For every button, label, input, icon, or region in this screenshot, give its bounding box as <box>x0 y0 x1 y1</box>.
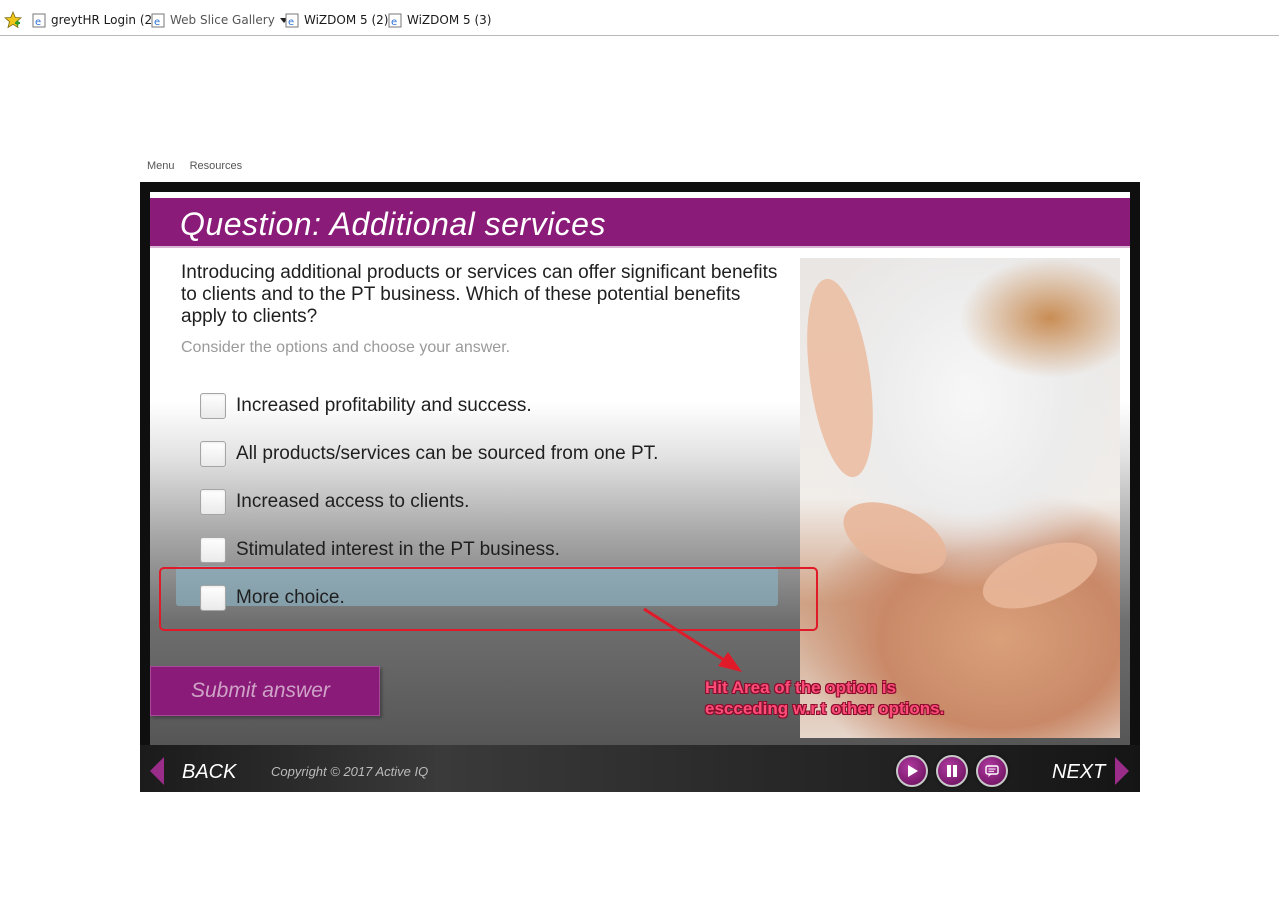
course-player: Question: Additional services Introducin… <box>140 182 1140 792</box>
massage-photo <box>800 258 1120 738</box>
menu-link[interactable]: Menu <box>147 160 175 172</box>
favorite-label: WiZDOM 5 (3) <box>407 13 492 27</box>
ie-page-icon: e <box>388 13 402 28</box>
svg-text:e: e <box>288 17 294 28</box>
favorites-star-icon[interactable] <box>4 11 22 29</box>
transcript-button[interactable] <box>976 755 1008 787</box>
svg-text:e: e <box>391 17 397 28</box>
svg-text:e: e <box>35 17 41 28</box>
svg-text:e: e <box>154 17 160 28</box>
answer-option[interactable]: Stimulated interest in the PT business. <box>200 535 560 565</box>
title-bar: Question: Additional services <box>150 198 1130 248</box>
option-label: All products/services can be sourced fro… <box>236 443 659 464</box>
option-label: Stimulated interest in the PT business. <box>236 539 560 560</box>
favorite-link-greythr[interactable]: e greytHR Login (2) <box>32 11 157 29</box>
favorite-label: WiZDOM 5 (2) <box>304 13 389 27</box>
submit-label: Submit answer <box>191 679 330 702</box>
answer-option[interactable]: All products/services can be sourced fro… <box>200 439 658 469</box>
play-button[interactable] <box>896 755 928 787</box>
next-button[interactable]: NEXT <box>1052 761 1105 784</box>
back-arrow-icon[interactable] <box>150 757 164 785</box>
annotation-text: Hit Area of the option is escceding w.r.… <box>705 678 945 718</box>
play-icon <box>908 765 918 777</box>
ie-page-icon: e <box>151 13 165 28</box>
favorite-link-wizdom-3[interactable]: e WiZDOM 5 (3) <box>388 11 491 29</box>
ie-page-icon: e <box>285 13 299 28</box>
checkbox[interactable] <box>200 537 226 563</box>
next-arrow-icon[interactable] <box>1115 757 1129 785</box>
answer-option[interactable]: Increased access to clients. <box>200 487 469 517</box>
transcript-icon <box>985 765 999 777</box>
answer-option[interactable]: Increased profitability and success. <box>200 391 532 421</box>
resources-link[interactable]: Resources <box>190 160 243 172</box>
favorites-bar: e greytHR Login (2) e Web Slice Gallery … <box>0 0 1279 36</box>
favorite-label: greytHR Login (2) <box>51 13 157 27</box>
bottom-navbar: BACK Copyright © 2017 Active IQ NEXT <box>140 745 1140 792</box>
slide-title: Question: Additional services <box>180 206 606 242</box>
instruction-text: Consider the options and choose your ans… <box>181 339 511 356</box>
checkbox[interactable] <box>200 441 226 467</box>
submit-answer-button[interactable]: Submit answer <box>150 666 380 716</box>
option-label: Increased access to clients. <box>236 491 470 512</box>
favorite-link-wizdom-2[interactable]: e WiZDOM 5 (2) <box>285 11 388 29</box>
pause-icon <box>947 765 957 777</box>
checkbox[interactable] <box>200 489 226 515</box>
back-button[interactable]: BACK <box>182 761 236 784</box>
hand-shape <box>974 529 1106 622</box>
hand-shape <box>832 487 958 589</box>
arm-shape <box>800 274 884 482</box>
favorite-label: Web Slice Gallery <box>170 13 275 27</box>
annotation-highlight-box <box>159 567 818 631</box>
slide: Question: Additional services Introducin… <box>150 192 1130 745</box>
pause-button[interactable] <box>936 755 968 787</box>
ie-page-icon: e <box>32 13 46 28</box>
checkbox[interactable] <box>200 393 226 419</box>
option-label: Increased profitability and success. <box>236 395 532 416</box>
copyright-text: Copyright © 2017 Active IQ <box>271 764 429 779</box>
favorite-link-web-slice-gallery[interactable]: e Web Slice Gallery <box>151 11 288 29</box>
player-top-menu: Menu Resources <box>147 160 254 172</box>
question-text: Introducing additional products or servi… <box>181 262 778 327</box>
